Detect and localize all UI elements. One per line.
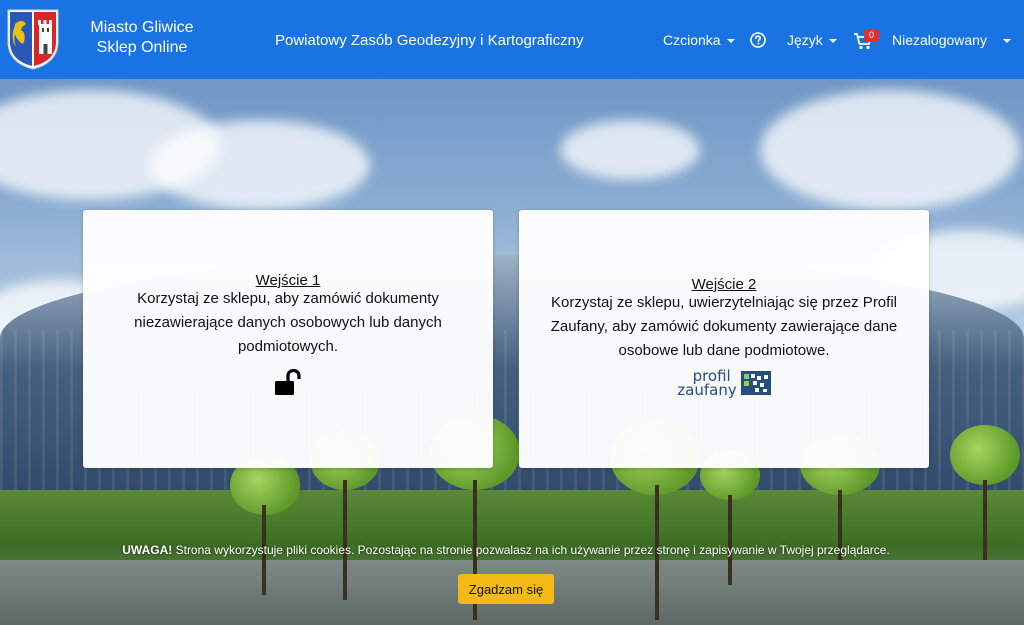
page-heading: Powiatowy Zasób Geodezyjny i Kartografic… bbox=[275, 32, 584, 49]
gliwice-coat-of-arms-logo[interactable] bbox=[6, 8, 60, 70]
user-account-dropdown[interactable]: Niezalogowany bbox=[892, 32, 1011, 48]
font-size-dropdown[interactable]: Czcionka bbox=[663, 32, 735, 48]
brand-title[interactable]: Miasto Gliwice Sklep Online bbox=[78, 18, 206, 58]
profil-zaufany-mark-icon bbox=[740, 371, 771, 395]
accept-cookies-button[interactable]: Zgadzam się bbox=[458, 574, 554, 604]
language-dropdown[interactable]: Język bbox=[787, 32, 837, 48]
font-size-label: Czcionka bbox=[663, 32, 721, 48]
entry-2-description: Korzystaj ze sklepu, uwierzytelniając si… bbox=[550, 294, 898, 359]
brand-line-1: Miasto Gliwice bbox=[90, 19, 194, 36]
chevron-down-icon bbox=[828, 39, 837, 44]
help-question-icon[interactable] bbox=[750, 32, 766, 48]
cart-count-badge: 0 bbox=[864, 29, 879, 42]
entry-card-1[interactable]: Wejście 1 Korzystaj ze sklepu, aby zamów… bbox=[83, 210, 493, 468]
chevron-down-icon bbox=[726, 39, 735, 44]
entry-1-description: Korzystaj ze sklepu, aby zamówić dokumen… bbox=[134, 290, 442, 355]
top-navbar: Miasto Gliwice Sklep Online Powiatowy Za… bbox=[0, 0, 1024, 79]
cookie-notice: UWAGA! Strona wykorzystuje pliki cookies… bbox=[0, 543, 1012, 557]
language-label: Język bbox=[787, 32, 823, 48]
profil-zaufany-logo: profil zaufany bbox=[677, 369, 771, 399]
profil-zaufany-logo-line-2: zaufany bbox=[677, 381, 737, 399]
user-status-label: Niezalogowany bbox=[892, 32, 987, 48]
entry-card-2[interactable]: Wejście 2 Korzystaj ze sklepu, uwierzyte… bbox=[519, 210, 929, 468]
cookie-message: Strona wykorzystuje pliki cookies. Pozos… bbox=[172, 543, 890, 557]
cookie-warning-label: UWAGA! bbox=[122, 543, 173, 557]
chevron-down-icon bbox=[1002, 39, 1011, 44]
brand-line-2: Sklep Online bbox=[96, 39, 188, 56]
unlock-icon bbox=[275, 369, 301, 395]
